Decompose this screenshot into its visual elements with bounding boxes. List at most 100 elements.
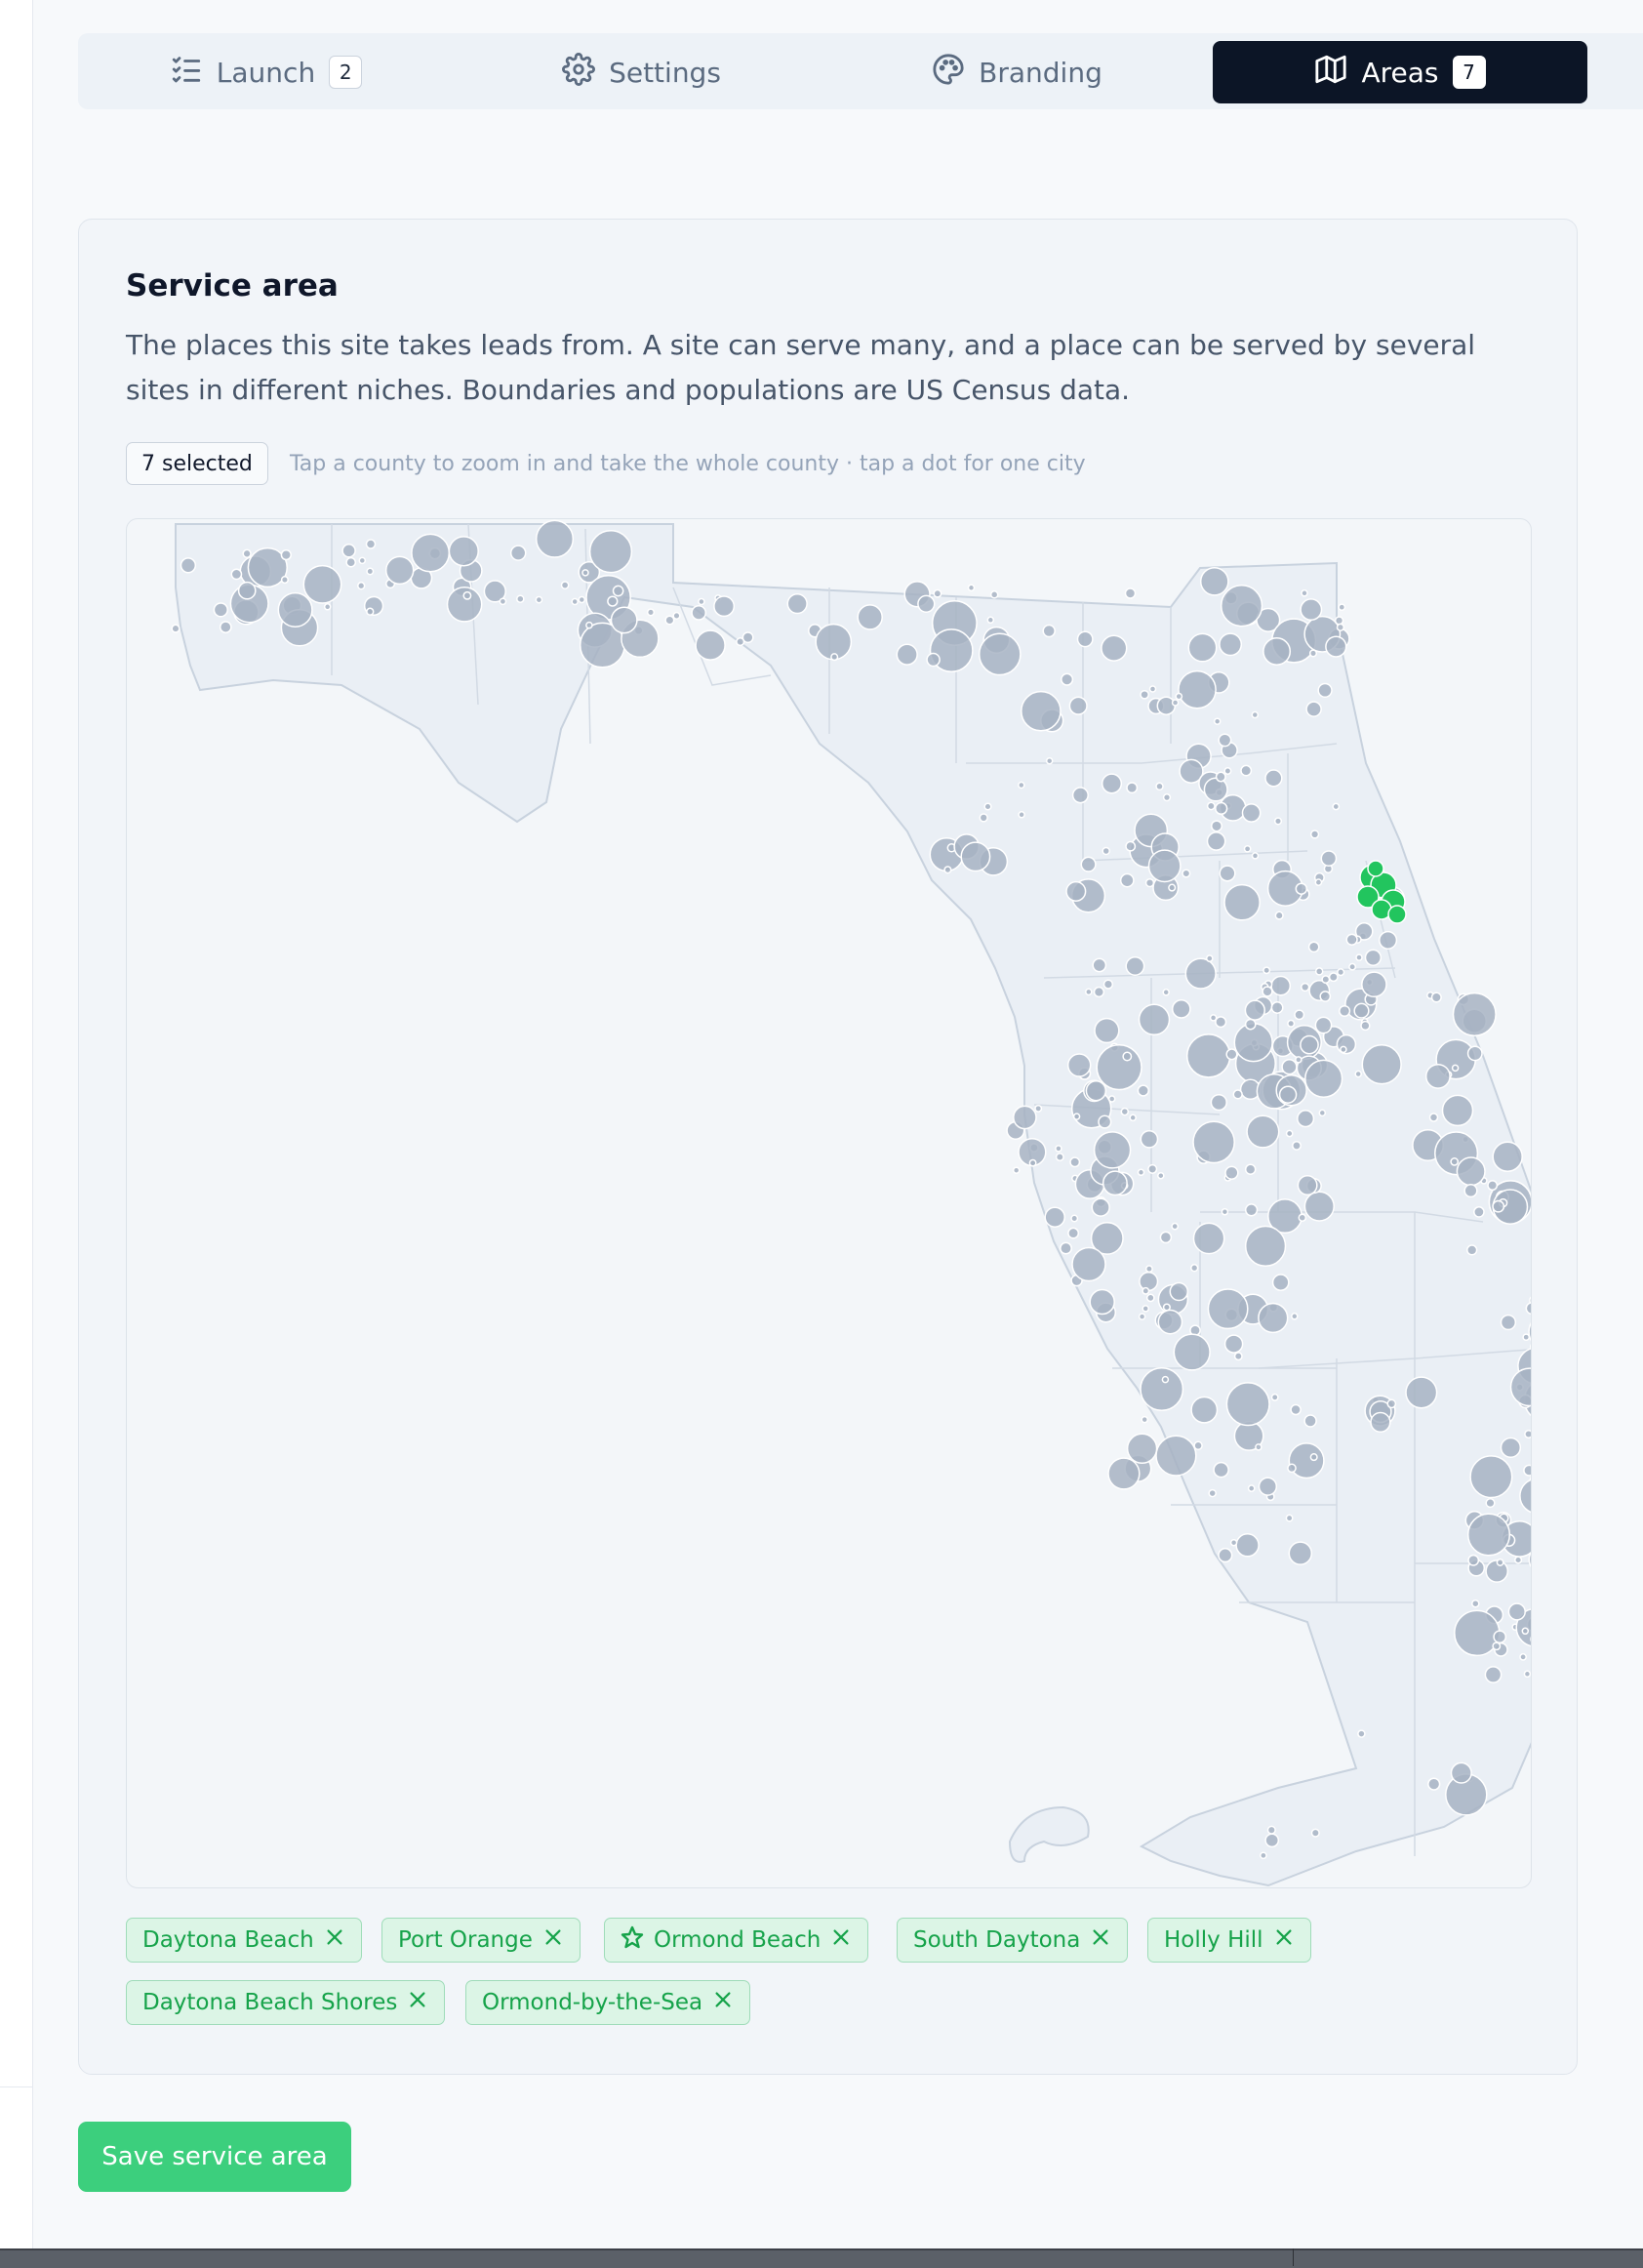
city-dot[interactable] [1260, 1478, 1277, 1495]
city-dot[interactable] [1014, 1167, 1020, 1173]
city-dot[interactable] [1093, 958, 1105, 971]
city-dot[interactable] [1103, 1171, 1127, 1195]
city-dot[interactable] [1146, 879, 1154, 887]
city-dot[interactable] [1524, 1671, 1530, 1677]
city-dot[interactable] [1468, 1514, 1510, 1556]
city-dot[interactable] [614, 586, 623, 595]
city-dot[interactable] [1259, 1304, 1288, 1333]
city-dot[interactable] [1160, 1232, 1171, 1242]
city-dot[interactable] [1468, 1556, 1478, 1565]
city-dot[interactable] [1214, 1463, 1228, 1478]
city-dot[interactable] [1275, 818, 1282, 825]
city-dot[interactable] [449, 537, 478, 566]
city-dot[interactable] [1464, 1185, 1477, 1197]
close-icon[interactable] [324, 1926, 345, 1954]
selected-city-dot[interactable] [1388, 906, 1406, 923]
city-dot[interactable] [1173, 1000, 1190, 1018]
city-dot[interactable] [1217, 772, 1225, 781]
city-dot[interactable] [1109, 1096, 1115, 1102]
city-dot[interactable] [1102, 635, 1127, 661]
city-dot[interactable] [692, 606, 705, 620]
city-dot[interactable] [1194, 1441, 1202, 1449]
city-dot[interactable] [1265, 1834, 1278, 1846]
city-dot[interactable] [1361, 1022, 1370, 1031]
city-dot[interactable] [1141, 1368, 1182, 1410]
city-dot[interactable] [1366, 950, 1382, 965]
city-dot[interactable] [386, 556, 414, 584]
city-dot[interactable] [1494, 1631, 1505, 1642]
city-dot[interactable] [1296, 883, 1306, 894]
city-dot[interactable] [1315, 1017, 1331, 1033]
city-dot[interactable] [1148, 1165, 1157, 1174]
city-dot[interactable] [1520, 1654, 1526, 1660]
city-dot[interactable] [1330, 973, 1338, 981]
city-dot[interactable] [1158, 1311, 1182, 1334]
city-dot[interactable] [1452, 1762, 1472, 1783]
city-dot[interactable] [1319, 1110, 1325, 1115]
city-dot[interactable] [1019, 783, 1024, 789]
city-dot[interactable] [1211, 1015, 1217, 1021]
city-dot[interactable] [1340, 1006, 1350, 1017]
city-dot[interactable] [1045, 1207, 1064, 1227]
city-dot[interactable] [1451, 1158, 1458, 1165]
city-dot[interactable] [1525, 1431, 1532, 1438]
city-dot[interactable] [1247, 1115, 1279, 1148]
city-dot[interactable] [1086, 1081, 1105, 1101]
city-dot[interactable] [1188, 633, 1216, 661]
city-dot[interactable] [1164, 794, 1171, 801]
city-dot[interactable] [961, 842, 989, 871]
city-dot[interactable] [1172, 1224, 1178, 1230]
city-dot[interactable] [1121, 1109, 1128, 1115]
chip-ormond-by-the-sea[interactable]: Ormond-by-the-Sea [465, 1980, 750, 2025]
city-dot[interactable] [1299, 1214, 1305, 1221]
city-dot[interactable] [1222, 1209, 1227, 1215]
city-dot[interactable] [1071, 1215, 1077, 1221]
tab-branding[interactable]: Branding [829, 41, 1205, 103]
city-dot[interactable] [1162, 1377, 1168, 1383]
city-dot[interactable] [1208, 1289, 1247, 1328]
city-dot[interactable] [586, 623, 592, 628]
city-dot[interactable] [582, 570, 588, 576]
city-dot[interactable] [1493, 1142, 1522, 1171]
city-dot[interactable] [1078, 631, 1093, 646]
city-dot[interactable] [1243, 804, 1261, 822]
city-dot[interactable] [1236, 1534, 1259, 1557]
city-dot[interactable] [787, 594, 807, 614]
city-dot[interactable] [1287, 1130, 1293, 1136]
city-dot[interactable] [367, 608, 374, 615]
close-icon[interactable] [830, 1926, 852, 1954]
city-dot[interactable] [1150, 686, 1156, 692]
city-dot[interactable] [1156, 783, 1163, 790]
city-dot[interactable] [1288, 1464, 1296, 1472]
city-dot[interactable] [1222, 586, 1262, 627]
city-dot[interactable] [1163, 990, 1169, 995]
chip-daytona-beach-shores[interactable]: Daytona Beach Shores [126, 1980, 445, 2025]
city-dot[interactable] [1187, 1034, 1230, 1077]
city-dot[interactable] [1219, 734, 1230, 746]
city-dot[interactable] [1531, 1389, 1532, 1427]
city-dot[interactable] [987, 617, 993, 623]
city-dot[interactable] [1271, 977, 1290, 995]
city-dot[interactable] [1138, 1085, 1148, 1096]
city-dot[interactable] [1090, 1290, 1114, 1315]
city-dot[interactable] [696, 630, 725, 660]
city-dot[interactable] [358, 583, 365, 589]
city-dot[interactable] [1158, 1173, 1164, 1179]
city-dot[interactable] [1522, 1628, 1528, 1634]
city-dot[interactable] [1140, 1004, 1170, 1034]
city-dot[interactable] [1486, 1499, 1495, 1508]
city-dot[interactable] [1485, 1667, 1501, 1682]
city-dot[interactable] [1432, 992, 1442, 1002]
city-dot[interactable] [303, 566, 341, 603]
close-icon[interactable] [712, 1989, 734, 2016]
city-dot[interactable] [934, 590, 941, 597]
city-dot[interactable] [1182, 870, 1190, 877]
city-dot[interactable] [281, 550, 291, 560]
city-dot[interactable] [231, 569, 241, 579]
city-dot[interactable] [969, 585, 975, 590]
city-dot[interactable] [1338, 624, 1344, 630]
chip-ormond-beach[interactable]: Ormond Beach [604, 1918, 868, 1963]
city-dot[interactable] [673, 613, 680, 620]
city-dot[interactable] [1502, 1438, 1521, 1458]
city-dot[interactable] [1069, 697, 1087, 714]
